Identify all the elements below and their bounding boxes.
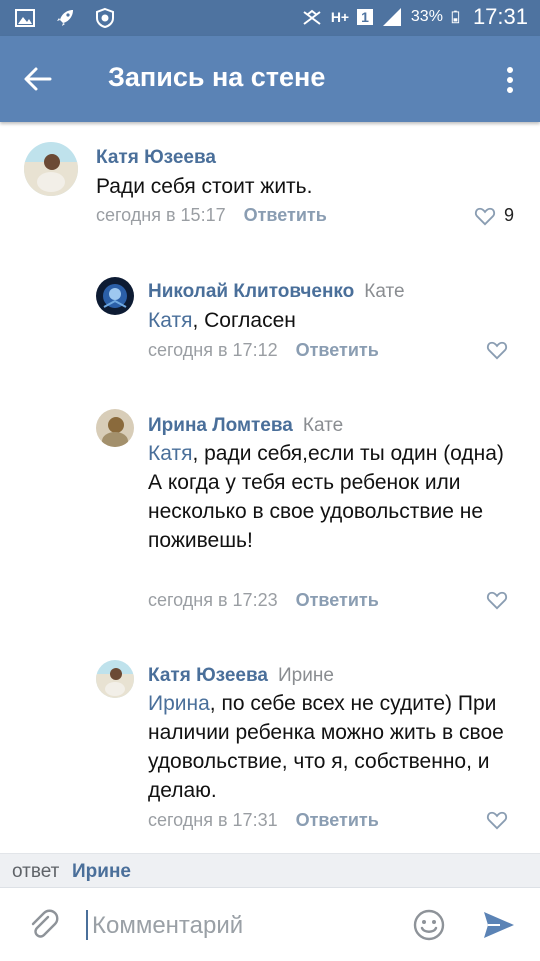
- system-icons: H+ 1 33% 17:31: [301, 4, 528, 30]
- comment-text: Катя, ради себя,если ты один (одна) А ко…: [148, 439, 524, 555]
- reply-button[interactable]: Ответить: [244, 205, 327, 225]
- emoji-icon[interactable]: [412, 908, 446, 942]
- comment-author[interactable]: Николай Клитовченко Кате: [148, 281, 405, 303]
- heart-icon: [486, 811, 508, 830]
- reply-button[interactable]: Ответить: [296, 590, 379, 610]
- like-button[interactable]: [486, 340, 508, 360]
- silent-mode-icon: [303, 9, 321, 25]
- reply-prefix: ответ: [12, 861, 60, 882]
- author-name[interactable]: Ирина Ломтева: [148, 415, 293, 436]
- battery-icon: [451, 10, 460, 24]
- reply-button[interactable]: Ответить: [296, 810, 379, 830]
- comment-body: , ради себя,если ты один (одна) А когда …: [148, 442, 504, 552]
- shield-icon: [96, 7, 114, 29]
- text-cursor: [86, 910, 88, 940]
- more-options-icon[interactable]: [504, 64, 516, 96]
- comment-author[interactable]: Катя Юзеева Ирине: [148, 665, 334, 687]
- reply-indicator[interactable]: ответ Ирине: [0, 853, 540, 888]
- like-button[interactable]: [486, 810, 508, 830]
- comment-item: Катя Юзеева Ирине Ирина, по себе всех не …: [0, 646, 540, 846]
- comment-meta: сегодня в 17:31 Ответить: [148, 810, 379, 831]
- status-bar: H+ 1 33% 17:31: [0, 0, 540, 36]
- author-name[interactable]: Николай Клитовченко: [148, 281, 354, 302]
- clock: 17:31: [472, 4, 528, 29]
- avatar-photo-icon: [96, 660, 134, 698]
- comment-item: Катя Юзеева Ради себя стоит жить. сегодн…: [0, 122, 540, 242]
- mention-link[interactable]: Катя: [148, 309, 192, 332]
- send-icon[interactable]: [482, 910, 516, 940]
- like-button[interactable]: 9: [474, 205, 514, 226]
- app-bar: Запись на стене: [0, 36, 540, 122]
- avatar-photo-icon: [96, 277, 134, 315]
- avatar[interactable]: [96, 277, 134, 315]
- comment-item: Ирина Ломтева Кате Катя, ради себя,если т…: [0, 396, 540, 626]
- comment-time: сегодня в 15:17: [96, 205, 226, 225]
- mention-link[interactable]: Катя: [148, 442, 192, 465]
- avatar[interactable]: [96, 409, 134, 447]
- like-count: 9: [504, 205, 515, 225]
- heart-icon: [486, 591, 508, 610]
- back-arrow-icon[interactable]: [22, 63, 54, 95]
- comment-meta: сегодня в 15:17 Ответить: [96, 205, 327, 226]
- reply-to: Кате: [302, 415, 344, 436]
- comment-body: , Согласен: [192, 309, 296, 332]
- comment-time: сегодня в 17:31: [148, 810, 278, 830]
- comment-text: Катя, Согласен: [148, 306, 528, 335]
- comment-text: Ради себя стоит жить.: [96, 172, 516, 201]
- gallery-icon: [15, 9, 35, 27]
- comment-author[interactable]: Катя Юзеева: [96, 147, 216, 169]
- comment-text: Ирина, по себе всех не судите) При налич…: [148, 689, 524, 805]
- reply-to: Ирине: [277, 665, 334, 686]
- mention-link[interactable]: Ирина: [148, 692, 210, 715]
- like-button[interactable]: [486, 590, 508, 610]
- reply-to: Кате: [364, 281, 405, 302]
- battery-percent: 33%: [410, 8, 443, 25]
- signal-icon: [382, 8, 401, 26]
- comment-item: Николай Клитовченко Кате Катя, Согласен с…: [0, 262, 540, 382]
- comment-time: сегодня в 17:12: [148, 340, 278, 360]
- page-title: Запись на стене: [108, 62, 326, 92]
- notification-icons: [14, 7, 116, 29]
- comment-time: сегодня в 17:23: [148, 590, 278, 610]
- attach-icon[interactable]: [26, 908, 60, 942]
- rocket-icon: [57, 10, 73, 26]
- comment-author[interactable]: Ирина Ломтева Кате: [148, 415, 343, 437]
- avatar[interactable]: [96, 660, 134, 698]
- network-type: H+: [330, 9, 350, 25]
- sim-indicator: 1: [357, 9, 373, 25]
- avatar[interactable]: [24, 142, 78, 196]
- reply-target: Ирине: [72, 861, 131, 882]
- heart-icon: [486, 341, 508, 360]
- heart-icon: [474, 207, 496, 225]
- comment-meta: сегодня в 17:23 Ответить: [148, 590, 379, 611]
- avatar-photo-icon: [96, 409, 134, 447]
- comment-body: Ради себя стоит жить.: [96, 175, 313, 198]
- avatar-photo-icon: [24, 142, 78, 196]
- reply-button[interactable]: Ответить: [296, 340, 379, 360]
- comment-composer: [0, 887, 540, 961]
- comment-input[interactable]: [90, 906, 384, 946]
- author-name[interactable]: Катя Юзеева: [148, 665, 268, 686]
- comment-meta: сегодня в 17:12 Ответить: [148, 340, 379, 361]
